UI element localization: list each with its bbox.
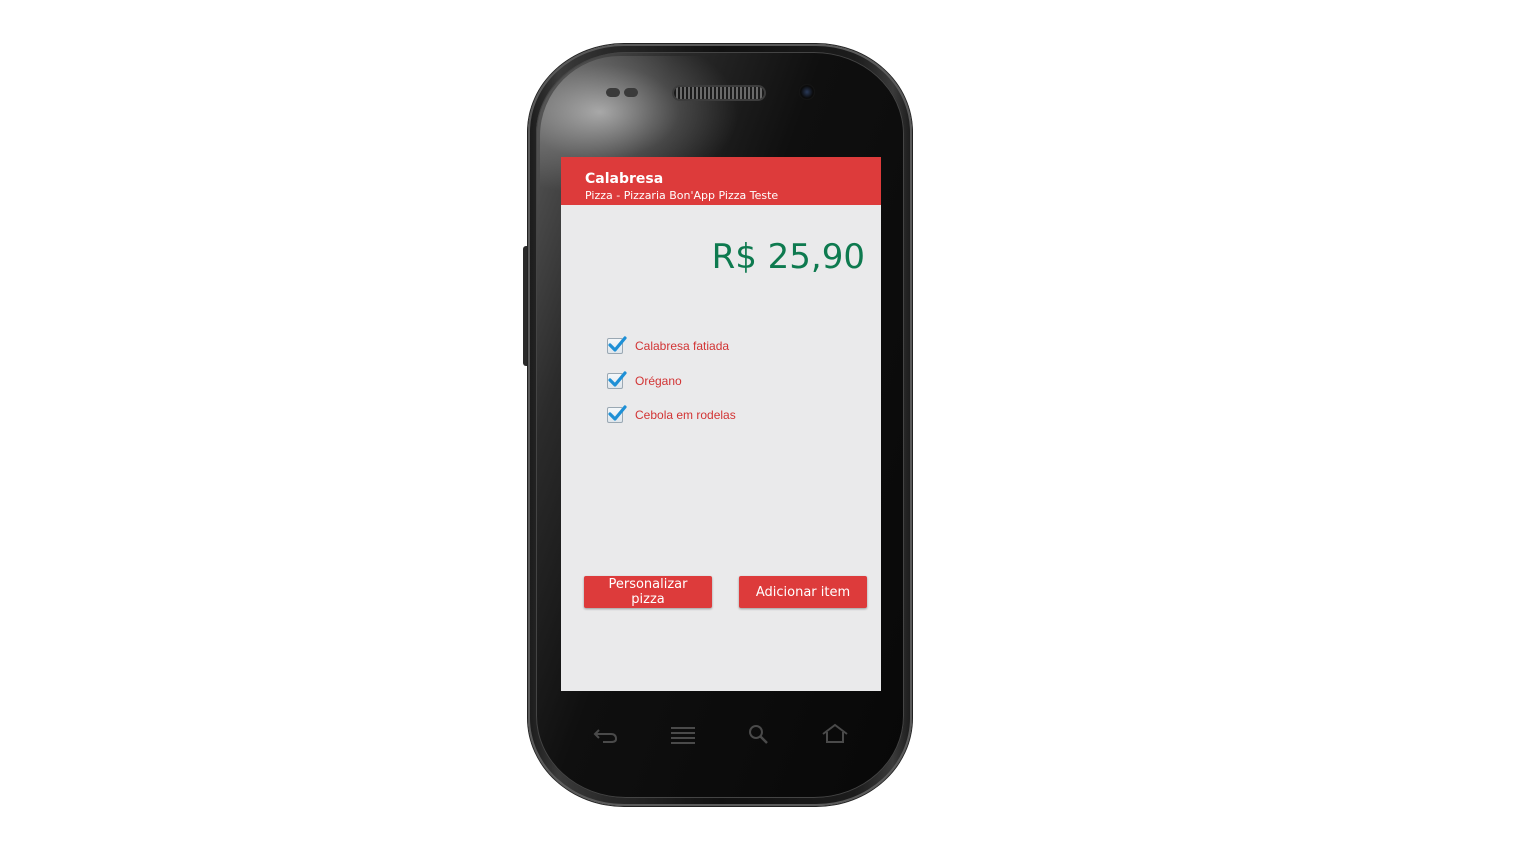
product-price: R$ 25,90: [711, 237, 865, 277]
earpiece-speaker: [674, 87, 764, 99]
product-subtitle: Pizza - Pizzaria Bon'App Pizza Teste: [585, 189, 779, 202]
checkbox-checked-icon[interactable]: [607, 371, 627, 389]
ingredient-option[interactable]: Cebola em rodelas: [607, 405, 736, 425]
search-icon[interactable]: [744, 722, 774, 746]
checkbox-checked-icon[interactable]: [607, 405, 627, 423]
light-sensor: [624, 88, 638, 97]
menu-icon[interactable]: [668, 722, 698, 746]
proximity-sensor: [606, 88, 620, 97]
product-title: Calabresa: [585, 171, 664, 187]
ingredient-label: Calabresa fatiada: [635, 339, 730, 353]
home-icon[interactable]: [820, 722, 850, 746]
ingredient-label: Orégano: [635, 374, 682, 388]
app-header: Calabresa Pizza - Pizzaria Bon'App Pizza…: [561, 157, 881, 205]
customize-pizza-button[interactable]: Personalizar pizza: [584, 576, 712, 608]
front-camera: [799, 84, 815, 100]
ingredient-label: Cebola em rodelas: [635, 408, 736, 422]
phone-screen: Calabresa Pizza - Pizzaria Bon'App Pizza…: [561, 157, 881, 691]
ingredient-option[interactable]: Calabresa fatiada: [607, 336, 729, 356]
back-icon[interactable]: [591, 722, 621, 746]
add-item-button[interactable]: Adicionar item: [739, 576, 867, 608]
checkbox-checked-icon[interactable]: [607, 336, 627, 354]
ingredient-option[interactable]: Orégano: [607, 371, 682, 391]
